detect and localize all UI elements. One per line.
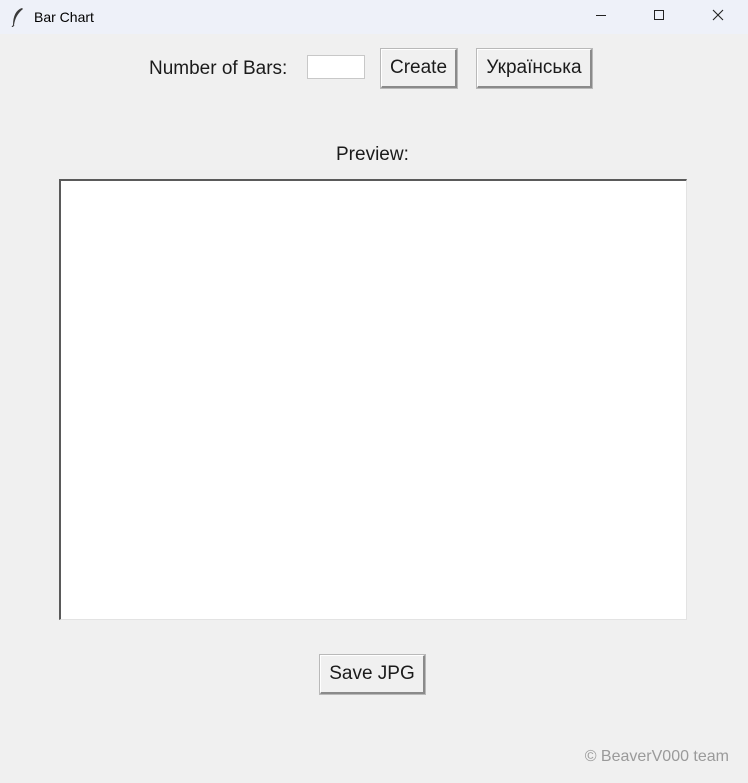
maximize-button[interactable] [630, 0, 688, 34]
maximize-icon [653, 8, 665, 26]
title-bar: Bar Chart [0, 0, 748, 34]
preview-label: Preview: [336, 144, 409, 165]
create-button[interactable]: Create [380, 48, 458, 89]
close-icon [712, 8, 724, 26]
minimize-button[interactable] [572, 0, 630, 34]
credit-text: © BeaverV000 team [584, 748, 729, 765]
save-jpg-button[interactable]: Save JPG [319, 654, 426, 695]
bars-count-input[interactable] [307, 55, 365, 79]
close-button[interactable] [689, 0, 747, 34]
preview-canvas [59, 179, 687, 620]
window-title: Bar Chart [34, 9, 94, 25]
bars-count-label: Number of Bars: [149, 58, 288, 79]
feather-icon [10, 7, 26, 28]
language-button[interactable]: Українська [476, 48, 593, 89]
minimize-icon [595, 8, 607, 26]
